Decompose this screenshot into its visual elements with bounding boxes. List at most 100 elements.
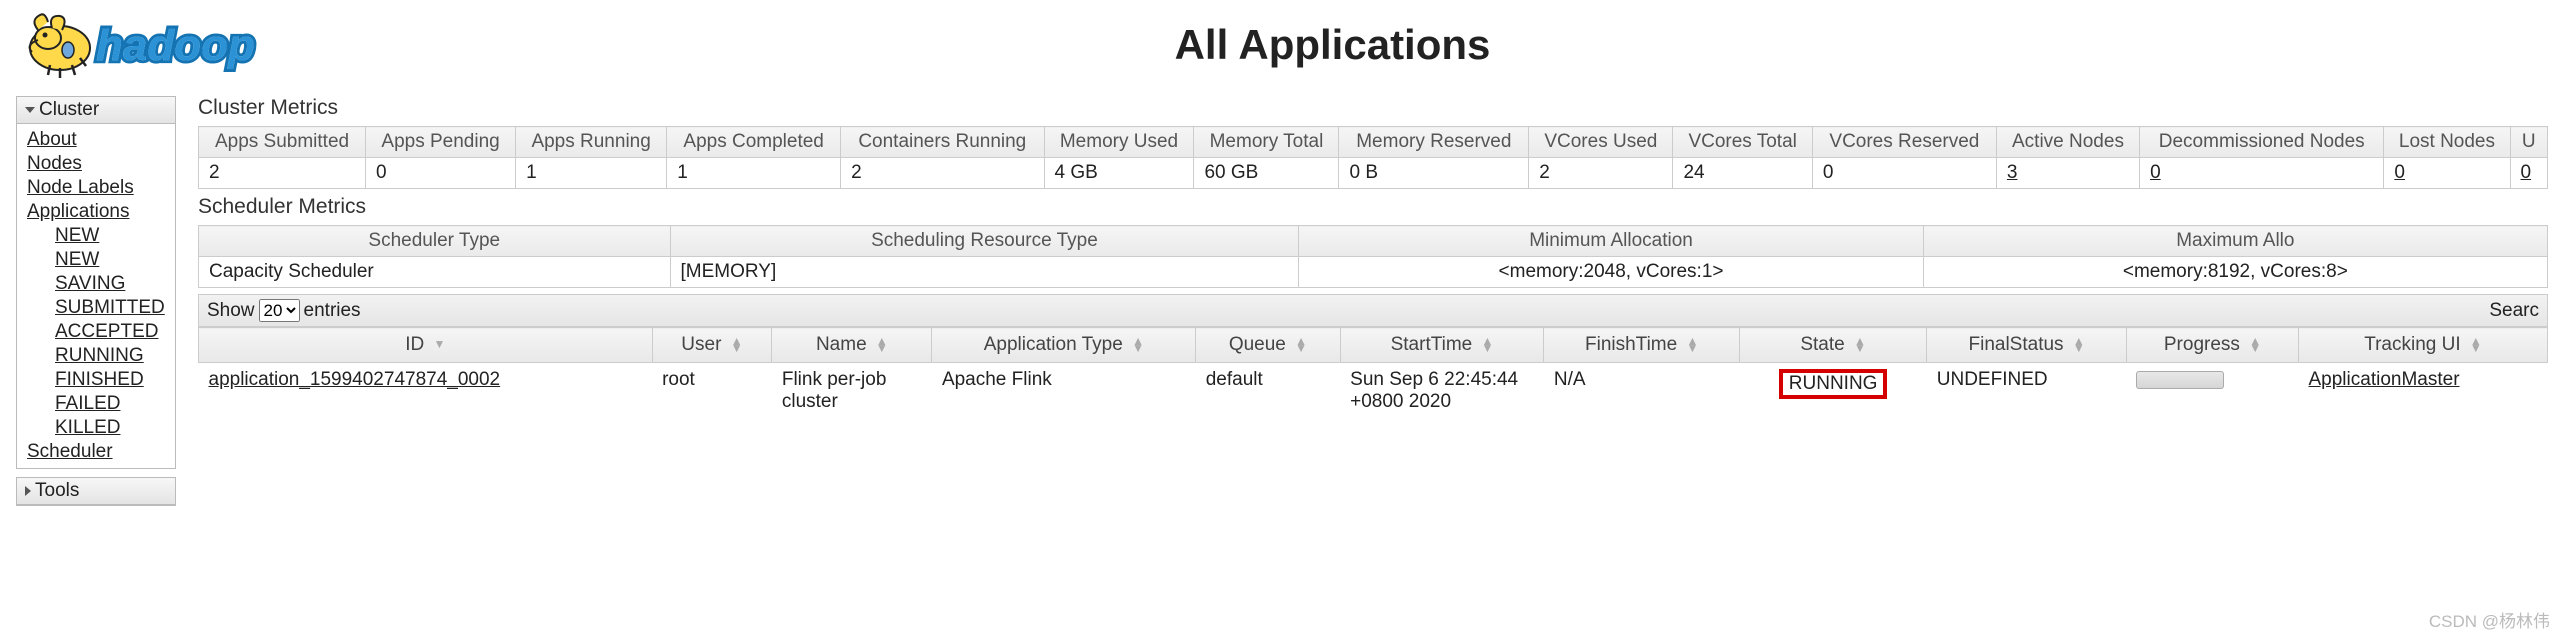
search-label: Searc <box>2489 300 2539 322</box>
sort-icon: ▲▼ <box>1854 338 1866 352</box>
app-name: Flink per-job cluster <box>772 363 932 420</box>
cluster-metric-header: Apps Running <box>516 127 667 158</box>
cluster-metric-header: Containers Running <box>841 127 1044 158</box>
scheduler-metric-header: Scheduling Resource Type <box>670 226 1299 257</box>
sort-icon: ▲▼ <box>2249 338 2261 352</box>
apps-column-header[interactable]: Queue ▲▼ <box>1196 328 1340 363</box>
scheduler-metric-header: Scheduler Type <box>199 226 671 257</box>
cluster-metric-header: U <box>2510 127 2548 158</box>
apps-column-header[interactable]: FinishTime ▲▼ <box>1544 328 1740 363</box>
cluster-metric-value[interactable]: 0 <box>2384 158 2510 189</box>
cluster-metric-value: 1 <box>667 158 841 189</box>
apps-column-header[interactable]: Application Type ▲▼ <box>932 328 1196 363</box>
cluster-metric-header: VCores Used <box>1529 127 1673 158</box>
cluster-metric-value: 2 <box>841 158 1044 189</box>
app-id-link[interactable]: application_1599402747874_0002 <box>209 369 501 390</box>
sidebar-appstate-finished[interactable]: FINISHED <box>55 368 165 392</box>
cluster-metric-value: 0 <box>1812 158 1996 189</box>
cluster-metric-header: Lost Nodes <box>2384 127 2510 158</box>
cluster-metric-value: 0 B <box>1339 158 1529 189</box>
scheduler-metric-header: Maximum Allo <box>1923 226 2547 257</box>
sidebar-appstate-new-saving[interactable]: NEW SAVING <box>55 248 165 296</box>
scheduler-metric-value: [MEMORY] <box>670 257 1299 288</box>
applications-table: ID ▼User ▲▼Name ▲▼Application Type ▲▼Que… <box>198 327 2548 419</box>
show-label: Show <box>207 300 255 322</box>
cluster-metric-value: 2 <box>199 158 366 189</box>
scheduler-metric-header: Minimum Allocation <box>1299 226 1923 257</box>
page-size-select[interactable]: 20 <box>259 299 300 322</box>
sort-icon: ▲▼ <box>876 338 888 352</box>
cluster-metric-value: 24 <box>1673 158 1812 189</box>
apps-column-header[interactable]: Tracking UI ▲▼ <box>2299 328 2548 363</box>
cluster-metric-value[interactable]: 3 <box>1996 158 2139 189</box>
datatable-toolbar: Show 20 entries Searc <box>198 294 2548 327</box>
sidebar-appstate-running[interactable]: RUNNING <box>55 344 165 368</box>
sort-icon: ▲▼ <box>2073 338 2085 352</box>
cluster-metric-header: Active Nodes <box>1996 127 2139 158</box>
header: hadoop hadoop All Applications <box>0 0 2560 80</box>
cluster-metric-header: Memory Total <box>1194 127 1339 158</box>
app-starttime: Sun Sep 6 22:45:44 +0800 2020 <box>1340 363 1544 420</box>
app-queue: default <box>1196 363 1340 420</box>
sort-icon: ▲▼ <box>731 338 743 352</box>
cluster-metrics-table: Apps SubmittedApps PendingApps RunningAp… <box>198 126 2548 189</box>
sidebar-link-applications[interactable]: Applications <box>27 200 165 224</box>
app-finalstatus: UNDEFINED <box>1927 363 2127 420</box>
cluster-metric-header: Memory Used <box>1044 127 1194 158</box>
sort-icon: ▲▼ <box>1295 338 1307 352</box>
cluster-metric-header: VCores Total <box>1673 127 1812 158</box>
sort-icon: ▲▼ <box>1132 338 1144 352</box>
cluster-metric-value: 0 <box>366 158 516 189</box>
table-row: application_1599402747874_0002 root Flin… <box>199 363 2548 420</box>
sidebar-appstate-killed[interactable]: KILLED <box>55 416 165 440</box>
scheduler-metrics-table: Scheduler TypeScheduling Resource TypeMi… <box>198 225 2548 288</box>
cluster-metric-value: 1 <box>516 158 667 189</box>
scheduler-metrics-heading: Scheduler Metrics <box>198 195 2548 219</box>
sidebar-appstate-accepted[interactable]: ACCEPTED <box>55 320 165 344</box>
apps-column-header[interactable]: ID ▼ <box>199 328 653 363</box>
hadoop-logo: hadoop hadoop <box>20 10 325 80</box>
cluster-metric-value: 2 <box>1529 158 1673 189</box>
apps-column-header[interactable]: StartTime ▲▼ <box>1340 328 1544 363</box>
apps-column-header[interactable]: Progress ▲▼ <box>2126 328 2298 363</box>
tracking-ui-link[interactable]: ApplicationMaster <box>2309 369 2460 390</box>
sidebar-link-about[interactable]: About <box>27 128 165 152</box>
app-progress-bar <box>2136 371 2224 389</box>
cluster-metric-header: Apps Pending <box>366 127 516 158</box>
sidebar-link-scheduler[interactable]: Scheduler <box>27 440 165 464</box>
cluster-metric-header: Apps Completed <box>667 127 841 158</box>
caret-down-icon <box>25 107 35 113</box>
sidebar-link-node-labels[interactable]: Node Labels <box>27 176 165 200</box>
app-finishtime: N/A <box>1544 363 1740 420</box>
cluster-metric-header: Memory Reserved <box>1339 127 1529 158</box>
cluster-metric-value: 60 GB <box>1194 158 1339 189</box>
cluster-metrics-heading: Cluster Metrics <box>198 96 2548 120</box>
cluster-metric-value: 4 GB <box>1044 158 1194 189</box>
cluster-metric-value[interactable]: 0 <box>2510 158 2548 189</box>
apps-column-header[interactable]: Name ▲▼ <box>772 328 932 363</box>
apps-column-header[interactable]: FinalStatus ▲▼ <box>1927 328 2127 363</box>
sidebar-appstate-failed[interactable]: FAILED <box>55 392 165 416</box>
page-title: All Applications <box>125 21 2540 69</box>
apps-column-header[interactable]: State ▲▼ <box>1739 328 1926 363</box>
app-type: Apache Flink <box>932 363 1196 420</box>
sidebar-appstate-submitted[interactable]: SUBMITTED <box>55 296 165 320</box>
sidebar-cluster-header[interactable]: Cluster <box>17 97 175 124</box>
watermark: CSDN @杨林伟 <box>2429 607 2550 632</box>
cluster-metric-value[interactable]: 0 <box>2140 158 2384 189</box>
scheduler-metric-value: Capacity Scheduler <box>199 257 671 288</box>
app-user: root <box>652 363 772 420</box>
sidebar-cluster-panel: Cluster About Nodes Node Labels Applicat… <box>16 96 176 469</box>
cluster-metric-header: Apps Submitted <box>199 127 366 158</box>
apps-column-header[interactable]: User ▲▼ <box>652 328 772 363</box>
sidebar-link-nodes[interactable]: Nodes <box>27 152 165 176</box>
sort-icon: ▲▼ <box>1686 338 1698 352</box>
sidebar-appstate-new[interactable]: NEW <box>55 224 165 248</box>
sidebar-tools-panel: Tools <box>16 477 176 506</box>
sidebar-tools-header[interactable]: Tools <box>17 478 175 505</box>
svg-text:hadoop: hadoop <box>96 21 255 70</box>
caret-right-icon <box>25 486 31 496</box>
cluster-metric-header: Decommissioned Nodes <box>2140 127 2384 158</box>
sort-icon: ▲▼ <box>2470 338 2482 352</box>
sort-icon: ▲▼ <box>1482 338 1494 352</box>
